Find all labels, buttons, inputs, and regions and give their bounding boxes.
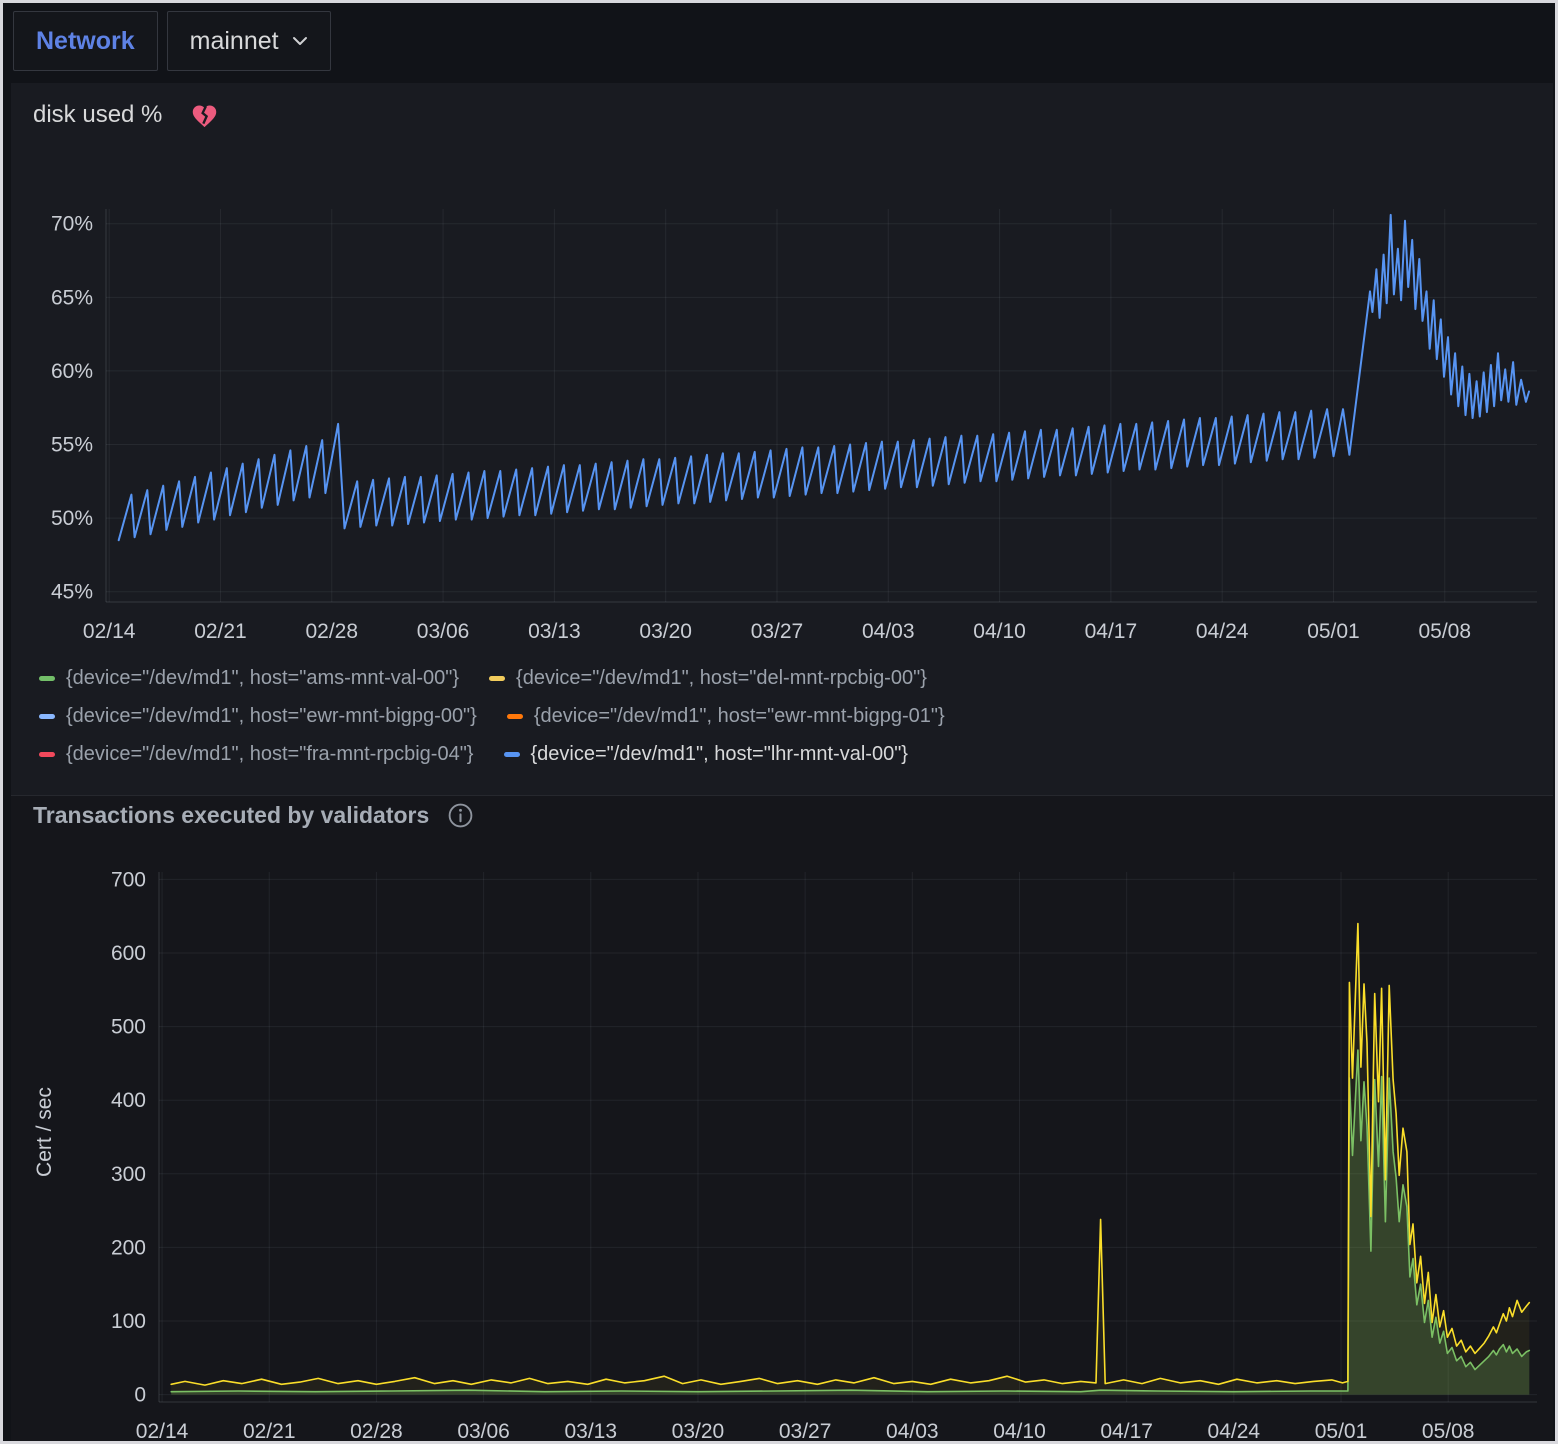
x-tick-label: 03/27 [779, 1420, 832, 1443]
x-tick-label: 04/17 [1100, 1420, 1153, 1443]
network-variable-label[interactable]: Network [13, 11, 158, 71]
y-tick-label: 600 [111, 942, 146, 965]
panel-title-text: Transactions executed by validators [33, 802, 429, 829]
chevron-down-icon [292, 36, 308, 46]
disk-used-panel: disk used % 02/14 02/21 02/28 03/06 03/13 03/… [11, 83, 1553, 795]
info-circle-icon[interactable] [447, 802, 474, 829]
x-tick-label: 03/06 [417, 620, 470, 643]
x-tick-label: 02/14 [83, 620, 136, 643]
legend-label: {device="/dev/md1", host="ams-mnt-val-00… [66, 668, 459, 688]
network-variable-dropdown[interactable]: mainnet [167, 11, 331, 71]
y-tick-label: 70% [51, 213, 93, 236]
network-label-text: Network [36, 27, 135, 56]
x-tick-label: 03/13 [528, 620, 581, 643]
x-tick-label: 02/14 [136, 1420, 189, 1443]
y-tick-label: 50% [51, 507, 93, 530]
series-line-validators-green [171, 1050, 1529, 1392]
legend-label: {device="/dev/md1", host="fra-mnt-rpcbig… [66, 744, 474, 764]
panel-title-text: disk used % [33, 101, 162, 129]
legend-swatch [489, 676, 505, 681]
x-tick-label: 03/06 [457, 1420, 510, 1443]
legend-item[interactable]: {device="/dev/md1", host="fra-mnt-rpcbig… [39, 744, 474, 764]
broken-heart-alert-icon [190, 102, 219, 129]
y-tick-label: 0 [134, 1384, 146, 1407]
y-tick-label: 100 [111, 1310, 146, 1333]
x-tick-label: 04/03 [886, 1420, 939, 1443]
series-fill-validators-yellow [171, 924, 1529, 1395]
y-tick-label: 700 [111, 868, 146, 891]
x-tick-label: 02/21 [194, 620, 247, 643]
legend-label: {device="/dev/md1", host="ewr-mnt-bigpg-… [66, 706, 477, 726]
y-tick-label: 65% [51, 286, 93, 309]
x-tick-label: 04/03 [862, 620, 915, 643]
variables-toolbar: Network mainnet [13, 11, 331, 71]
y-tick-label: 500 [111, 1016, 146, 1039]
x-tick-label: 03/20 [639, 620, 692, 643]
x-tick-label: 05/08 [1422, 1420, 1475, 1443]
legend-swatch [39, 714, 55, 719]
legend-swatch [507, 714, 523, 719]
x-tick-label: 02/28 [305, 620, 358, 643]
network-value-text: mainnet [190, 27, 279, 56]
x-tick-label: 03/27 [751, 620, 804, 643]
legend-swatch [39, 676, 55, 681]
series-line-devicedevmd1hostlhr-mnt-val-00 [119, 215, 1529, 540]
x-tick-label: 04/17 [1085, 620, 1138, 643]
x-tick-label: 03/20 [672, 1420, 725, 1443]
disk-chart-legend: {device="/dev/md1", host="ams-mnt-val-00… [39, 659, 1299, 773]
x-tick-label: 03/13 [564, 1420, 617, 1443]
x-tick-label: 05/01 [1307, 620, 1360, 643]
y-tick-label: 400 [111, 1089, 146, 1112]
legend-label: {device="/dev/md1", host="lhr-mnt-val-00… [531, 744, 908, 764]
legend-label: {device="/dev/md1", host="ewr-mnt-bigpg-… [534, 706, 945, 726]
y-tick-label: 55% [51, 434, 93, 457]
y-tick-label: 60% [51, 360, 93, 383]
series-line-validators-yellow [171, 924, 1529, 1386]
grafana-dashboard: Network mainnet disk used % 02/1402/2102… [0, 0, 1558, 1444]
x-tick-label: 04/10 [973, 620, 1026, 643]
y-tick-label: 200 [111, 1236, 146, 1259]
transactions-panel: Transactions executed by validators Cert… [11, 795, 1553, 1444]
x-tick-label: 05/01 [1315, 1420, 1368, 1443]
disk-used-panel-title[interactable]: disk used % [33, 101, 219, 129]
x-tick-label: 04/10 [993, 1420, 1046, 1443]
x-tick-label: 02/28 [350, 1420, 403, 1443]
x-tick-label: 02/21 [243, 1420, 296, 1443]
legend-item[interactable]: {device="/dev/md1", host="ewr-mnt-bigpg-… [507, 706, 945, 726]
legend-item[interactable]: {device="/dev/md1", host="del-mnt-rpcbig… [489, 668, 927, 688]
legend-swatch [39, 752, 55, 757]
series-fill-validators-green [171, 1050, 1529, 1395]
x-tick-label: 04/24 [1196, 620, 1249, 643]
legend-item[interactable]: {device="/dev/md1", host="ewr-mnt-bigpg-… [39, 706, 477, 726]
transactions-panel-title[interactable]: Transactions executed by validators [33, 802, 474, 829]
x-tick-label: 05/08 [1418, 620, 1471, 643]
disk-used-chart[interactable]: 02/14 02/21 02/28 03/06 03/13 03/20 03/27 04/03… [11, 187, 1553, 657]
legend-label: {device="/dev/md1", host="del-mnt-rpcbig… [516, 668, 927, 688]
x-tick-label: 04/24 [1208, 1420, 1261, 1443]
legend-swatch [504, 752, 520, 757]
y-tick-label: 300 [111, 1163, 146, 1186]
legend-item[interactable]: {device="/dev/md1", host="lhr-mnt-val-00… [504, 744, 908, 764]
transactions-chart[interactable]: 02/14 02/21 02/28 03/06 03/13 03/20 03/27 04/03… [11, 854, 1553, 1444]
legend-item[interactable]: {device="/dev/md1", host="ams-mnt-val-00… [39, 668, 459, 688]
y-tick-label: 45% [51, 581, 93, 604]
